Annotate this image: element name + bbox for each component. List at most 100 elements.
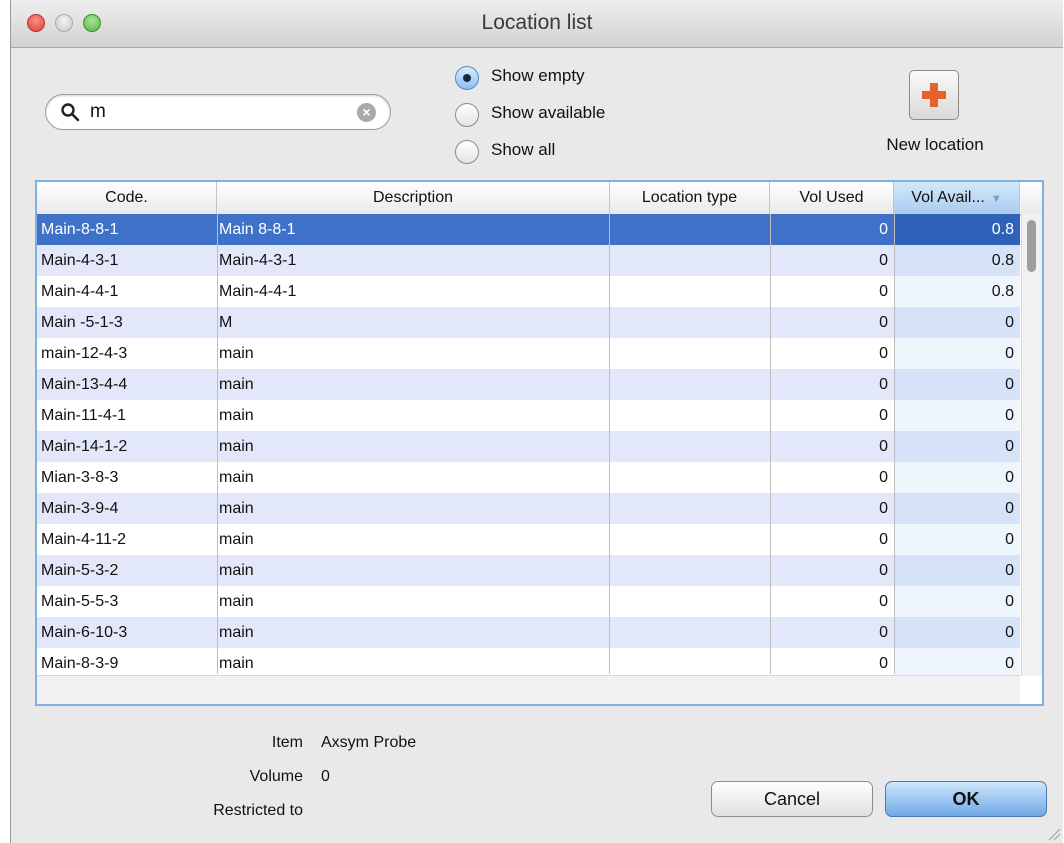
table-row[interactable]: Main-4-11-2 main 0 0 xyxy=(37,524,1020,555)
volume-value: 0 xyxy=(321,768,330,785)
code-cell: Main-3-9-4 xyxy=(41,500,119,517)
radio-label: Show available xyxy=(491,103,606,122)
column-header-label: Vol Used xyxy=(799,189,864,206)
table-row[interactable]: Main-13-4-4 main 0 0 xyxy=(37,369,1020,400)
vol-used-cell: 0 xyxy=(879,252,888,269)
description-cell: Main-4-3-1 xyxy=(219,252,297,269)
title-bar[interactable]: Location list xyxy=(11,0,1063,48)
table-row[interactable]: Main-5-3-2 main 0 0 xyxy=(37,555,1020,586)
vol-avail-cell: 0 xyxy=(894,431,1020,462)
column-header-label: Code. xyxy=(105,189,148,206)
vol-avail-cell: 0 xyxy=(894,586,1020,617)
vol-avail-cell: 0 xyxy=(894,307,1020,338)
column-divider xyxy=(217,214,218,674)
radio-unselected-icon[interactable] xyxy=(455,140,479,164)
description-cell: main xyxy=(219,469,254,486)
search-icon xyxy=(61,103,80,122)
radio-label: Show empty xyxy=(491,66,585,85)
radio-unselected-icon[interactable] xyxy=(455,103,479,127)
column-header-vol-used[interactable]: Vol Used xyxy=(770,182,894,214)
vol-used-cell: 0 xyxy=(879,376,888,393)
code-cell: Main-4-4-1 xyxy=(41,283,119,300)
vol-used-cell: 0 xyxy=(879,283,888,300)
vol-used-cell: 0 xyxy=(879,221,888,238)
clear-search-icon[interactable]: × xyxy=(357,103,376,122)
vertical-scrollbar[interactable] xyxy=(1021,214,1042,676)
vol-used-cell: 0 xyxy=(879,562,888,579)
column-divider xyxy=(770,214,771,674)
location-type-cell xyxy=(610,214,770,245)
window-title: Location list xyxy=(481,11,593,34)
table-row[interactable]: Main-4-4-1 Main-4-4-1 0 0.8 xyxy=(37,276,1020,307)
table-row[interactable]: Main-4-3-1 Main-4-3-1 0 0.8 xyxy=(37,245,1020,276)
table-row[interactable]: main-12-4-3 main 0 0 xyxy=(37,338,1020,369)
vol-avail-cell: 0.8 xyxy=(894,276,1020,307)
description-cell: main xyxy=(219,562,254,579)
vol-used-cell: 0 xyxy=(879,531,888,548)
column-header-location-type[interactable]: Location type xyxy=(610,182,770,214)
search-field[interactable]: × xyxy=(45,94,391,130)
new-location-button[interactable] xyxy=(909,70,959,120)
volume-label: Volume xyxy=(249,768,303,785)
search-input[interactable] xyxy=(90,101,345,123)
location-type-cell xyxy=(610,524,770,555)
table-row[interactable]: Main-11-4-1 main 0 0 xyxy=(37,400,1020,431)
location-type-cell xyxy=(610,617,770,648)
scroll-thumb[interactable] xyxy=(1027,220,1036,272)
column-header-description[interactable]: Description xyxy=(217,182,610,214)
vol-used-cell: 0 xyxy=(879,624,888,641)
description-cell: main xyxy=(219,345,254,362)
vol-avail-cell: 0.8 xyxy=(894,214,1020,245)
code-cell: Main -5-1-3 xyxy=(41,314,123,331)
vol-used-cell: 0 xyxy=(879,407,888,424)
location-type-cell xyxy=(610,493,770,524)
vol-avail-cell: 0 xyxy=(894,400,1020,431)
new-location-label[interactable]: New location xyxy=(873,135,997,155)
resize-grip-icon[interactable] xyxy=(1045,825,1061,841)
table-row[interactable]: Main-5-5-3 main 0 0 xyxy=(37,586,1020,617)
ok-button[interactable]: OK xyxy=(885,781,1047,817)
location-type-cell xyxy=(610,400,770,431)
location-type-cell xyxy=(610,276,770,307)
table-row[interactable]: Mian-3-8-3 main 0 0 xyxy=(37,462,1020,493)
item-label: Item xyxy=(271,734,303,751)
location-type-cell xyxy=(610,369,770,400)
code-cell: main-12-4-3 xyxy=(41,345,128,362)
code-cell: Main-4-11-2 xyxy=(41,531,127,548)
code-cell: Main-4-3-1 xyxy=(41,252,119,269)
column-header-label: Vol Avail... xyxy=(911,189,985,206)
column-header-vol-avail[interactable]: Vol Avail... ▼ xyxy=(894,182,1020,214)
table-row-selected[interactable]: Main-8-8-1 Main 8-8-1 0 0.8 xyxy=(37,214,1020,245)
radio-selected-icon[interactable] xyxy=(455,66,479,90)
vol-used-cell: 0 xyxy=(879,345,888,362)
plus-icon xyxy=(922,83,946,107)
cancel-button[interactable]: Cancel xyxy=(711,781,873,817)
description-cell: Main-4-4-1 xyxy=(219,283,297,300)
location-type-cell xyxy=(610,555,770,586)
location-type-cell xyxy=(610,431,770,462)
vol-avail-cell: 0 xyxy=(894,369,1020,400)
description-cell: main xyxy=(219,376,254,393)
code-cell: Main-14-1-2 xyxy=(41,438,128,455)
table-row[interactable]: Main -5-1-3 M 0 0 xyxy=(37,307,1020,338)
description-cell: main xyxy=(219,438,254,455)
table-row[interactable]: Main-3-9-4 main 0 0 xyxy=(37,493,1020,524)
vol-avail-cell: 0 xyxy=(894,617,1020,648)
location-type-cell xyxy=(610,586,770,617)
code-cell: Mian-3-8-3 xyxy=(41,469,119,486)
column-header-code[interactable]: Code. xyxy=(37,182,217,214)
code-cell: Main-6-10-3 xyxy=(41,624,128,641)
location-type-cell xyxy=(610,245,770,276)
location-table[interactable]: Code. Description Location type Vol Used… xyxy=(35,180,1044,706)
table-row[interactable]: Main-14-1-2 main 0 0 xyxy=(37,431,1020,462)
column-header-label: Description xyxy=(372,189,454,206)
table-row[interactable]: Main-6-10-3 main 0 0 xyxy=(37,617,1020,648)
description-cell: main xyxy=(219,593,254,610)
location-type-cell xyxy=(610,338,770,369)
code-cell: Main-5-5-3 xyxy=(41,593,119,610)
description-cell: main xyxy=(219,407,254,424)
code-cell: Main-11-4-1 xyxy=(41,407,127,424)
location-type-cell xyxy=(610,307,770,338)
code-cell: Main-8-8-1 xyxy=(41,221,119,238)
horizontal-scrollbar[interactable] xyxy=(37,675,1020,704)
